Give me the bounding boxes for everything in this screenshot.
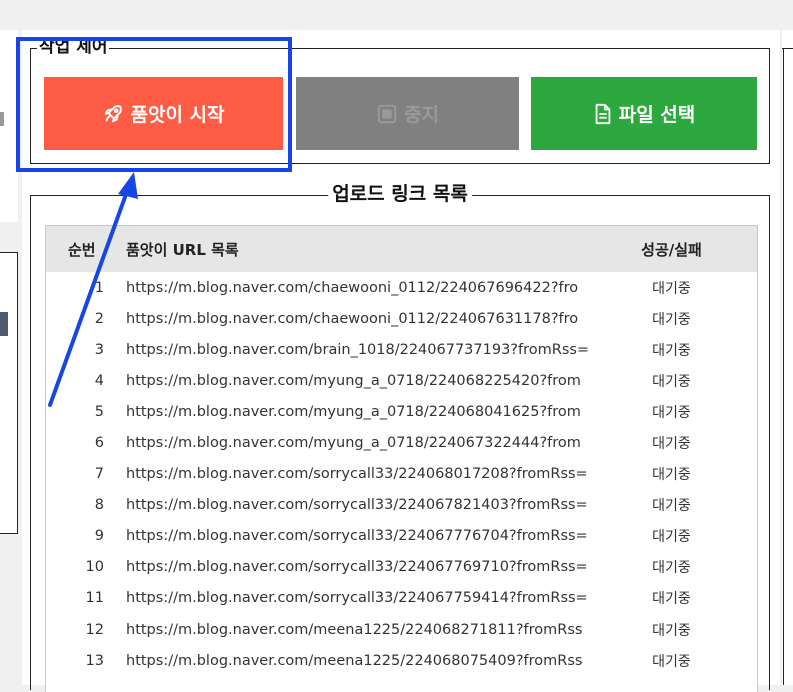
row-number: 4	[94, 372, 104, 389]
url-table[interactable]: 순번 품앗이 URL 목록 성공/실패 1 https://m.blog.nave…	[45, 225, 758, 692]
row-url: https://m.blog.naver.com/meena1225/22406…	[126, 621, 583, 638]
row-number: 2	[94, 310, 104, 327]
row-status: 대기중	[652, 404, 691, 421]
row-status: 대기중	[652, 591, 691, 608]
table-row[interactable]: 3 https://m.blog.naver.com/brain_1018/224…	[46, 334, 757, 365]
row-number: 7	[94, 466, 104, 483]
row-url: https://m.blog.naver.com/meena1225/22406…	[126, 652, 583, 669]
row-status: 대기중	[652, 436, 691, 453]
table-row[interactable]: 6 https://m.blog.naver.com/myung_a_0718/2…	[46, 427, 757, 458]
row-number: 6	[94, 435, 104, 452]
stop-button[interactable]: 중지	[296, 77, 519, 150]
upload-list-fieldset: 업로드 링크 목록 순번 품앗이 URL 목록 성공/실패 1 https://m…	[30, 184, 770, 692]
table-row[interactable]: 7 https://m.blog.naver.com/sorrycall33/22…	[46, 459, 757, 490]
row-url: https://m.blog.naver.com/sorrycall33/224…	[126, 590, 588, 607]
table-row[interactable]: 9 https://m.blog.naver.com/sorrycall33/22…	[46, 521, 757, 552]
table-row[interactable]: 12 https://m.blog.naver.com/meena1225/224…	[46, 614, 757, 645]
row-url: https://m.blog.naver.com/myung_a_0718/22…	[126, 403, 581, 420]
row-url: https://m.blog.naver.com/sorrycall33/224…	[126, 528, 588, 545]
stop-button-label: 중지	[404, 104, 439, 126]
row-url: https://m.blog.naver.com/sorrycall33/224…	[126, 466, 588, 483]
row-status: 대기중	[652, 498, 691, 515]
row-number: 9	[94, 528, 104, 545]
row-url: https://m.blog.naver.com/chaewooni_0112/…	[126, 279, 579, 296]
file-select-button-label: 파일 선택	[618, 104, 696, 126]
row-url: https://m.blog.naver.com/sorrycall33/224…	[126, 497, 588, 514]
table-row[interactable]: 5 https://m.blog.naver.com/myung_a_0718/2…	[46, 396, 757, 427]
upload-list-legend: 업로드 링크 목록	[328, 184, 472, 204]
table-row[interactable]: 2 https://m.blog.naver.com/chaewooni_0112…	[46, 303, 757, 334]
row-status: 대기중	[652, 311, 691, 328]
table-row[interactable]: 10 https://m.blog.naver.com/sorrycall33/2…	[46, 552, 757, 583]
table-row[interactable]: 11 https://m.blog.naver.com/sorrycall33/2…	[46, 583, 757, 614]
row-url: https://m.blog.naver.com/sorrycall33/224…	[126, 559, 588, 576]
stop-icon	[376, 103, 398, 125]
row-status: 대기중	[652, 467, 691, 484]
document-icon	[593, 103, 613, 125]
left-panel-divider	[0, 112, 4, 126]
row-status: 대기중	[652, 622, 691, 639]
right-panel-vborder	[783, 48, 784, 685]
column-header-status[interactable]: 성공/실패	[596, 239, 757, 260]
row-status: 대기중	[652, 280, 691, 297]
row-number: 1	[94, 279, 104, 296]
row-number: 10	[85, 559, 104, 576]
row-number: 12	[85, 621, 104, 638]
row-number: 11	[85, 590, 104, 607]
annotation-highlight-box	[16, 37, 292, 172]
file-select-button[interactable]: 파일 선택	[531, 77, 757, 150]
table-body: 1 https://m.blog.naver.com/chaewooni_0112…	[46, 272, 757, 676]
table-row[interactable]: 13 https://m.blog.naver.com/meena1225/224…	[46, 645, 757, 676]
row-status: 대기중	[652, 342, 691, 359]
table-row[interactable]: 1 https://m.blog.naver.com/chaewooni_0112…	[46, 272, 757, 303]
row-url: https://m.blog.naver.com/myung_a_0718/22…	[126, 372, 581, 389]
column-header-number[interactable]: 순번	[46, 239, 126, 260]
table-header: 순번 품앗이 URL 목록 성공/실패	[46, 226, 757, 272]
row-url: https://m.blog.naver.com/chaewooni_0112/…	[126, 310, 579, 327]
row-number: 8	[94, 497, 104, 514]
row-number: 5	[94, 403, 104, 420]
row-status: 대기중	[652, 560, 691, 577]
row-number: 3	[94, 341, 104, 358]
row-status: 대기중	[652, 653, 691, 670]
left-panel-bottom	[0, 252, 18, 534]
row-url: https://m.blog.naver.com/myung_a_0718/22…	[126, 435, 581, 452]
row-url: https://m.blog.naver.com/brain_1018/2240…	[126, 341, 590, 358]
row-status: 대기중	[652, 529, 691, 546]
row-status: 대기중	[652, 373, 691, 390]
table-row[interactable]: 8 https://m.blog.naver.com/sorrycall33/22…	[46, 490, 757, 521]
row-number: 13	[85, 652, 104, 669]
left-panel-selected-row[interactable]	[0, 312, 8, 336]
column-header-url[interactable]: 품앗이 URL 목록	[126, 239, 596, 260]
table-row[interactable]: 4 https://m.blog.naver.com/myung_a_0718/2…	[46, 365, 757, 396]
